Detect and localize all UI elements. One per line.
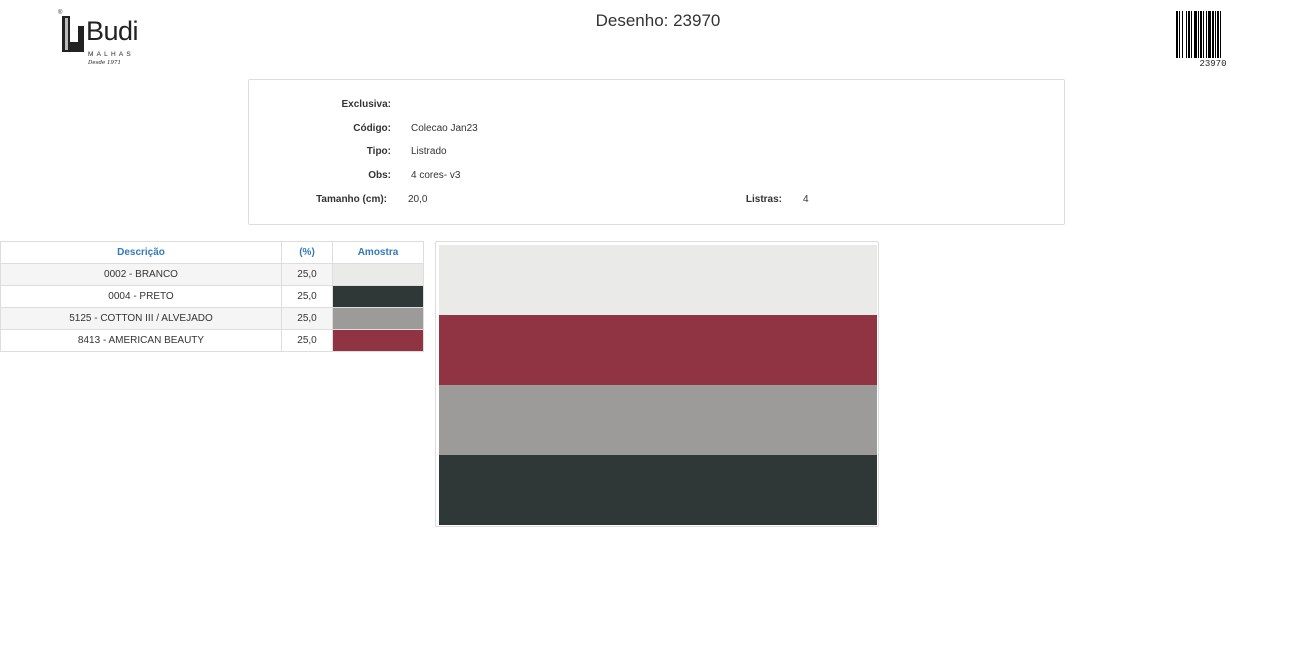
codigo-value: Colecao Jan23 [411,123,478,134]
cell-amostra [332,263,424,286]
table-row: 0002 - BRANCO 25,0 [0,263,424,286]
color-swatch [333,286,423,307]
codigo-label: Código: [353,123,391,134]
color-swatch [333,308,423,329]
brand-subtitle: MALHAS [88,51,134,58]
obs-value: 4 cores- v3 [411,170,461,181]
design-info-panel: Exclusiva: Código: Colecao Jan23 Tipo: L… [248,79,1065,225]
listras-label: Listras: [745,194,782,205]
cell-descricao: 8413 - AMERICAN BEAUTY [0,329,282,352]
cell-amostra [332,329,424,352]
stripe [439,315,877,385]
color-swatch [333,330,423,351]
tipo-label: Tipo: [366,146,391,157]
stripe-preview [435,241,879,527]
table-header-row: Descrição (%) Amostra [0,241,424,264]
brand-since: Desde 1971 [88,60,122,66]
cell-descricao: 0002 - BRANCO [0,263,282,286]
tamanho-label: Tamanho (cm): [316,194,387,205]
obs-label: Obs: [368,170,391,181]
table-row: 5125 - COTTON III / ALVEJADO 25,0 [0,307,424,330]
listras-value: 4 [803,194,809,205]
cell-percent: 25,0 [281,285,333,308]
barcode: 23970 [1176,11,1252,71]
cell-descricao: 5125 - COTTON III / ALVEJADO [0,307,282,330]
exclusiva-label: Exclusiva: [341,99,391,110]
cell-percent: 25,0 [281,263,333,286]
cell-descricao: 0004 - PRETO [0,285,282,308]
cell-amostra [332,285,424,308]
table-row: 0004 - PRETO 25,0 [0,285,424,308]
header-descricao[interactable]: Descrição [0,241,282,264]
tipo-value: Listrado [411,146,447,157]
colors-table: Descrição (%) Amostra 0002 - BRANCO 25,0… [0,241,424,352]
tamanho-value: 20,0 [408,194,428,205]
header-percent[interactable]: (%) [281,241,333,264]
barcode-gap [1221,11,1223,58]
barcode-bars [1176,11,1252,58]
barcode-number: 23970 [1199,59,1227,69]
cell-percent: 25,0 [281,329,333,352]
stripe [439,245,877,315]
stripe [439,385,877,455]
cell-amostra [332,307,424,330]
table-row: 8413 - AMERICAN BEAUTY 25,0 [0,329,424,352]
page-title: Desenho: 23970 [595,11,721,30]
stripe [439,455,877,525]
header-amostra[interactable]: Amostra [332,241,424,264]
cell-percent: 25,0 [281,307,333,330]
color-swatch [333,264,423,285]
